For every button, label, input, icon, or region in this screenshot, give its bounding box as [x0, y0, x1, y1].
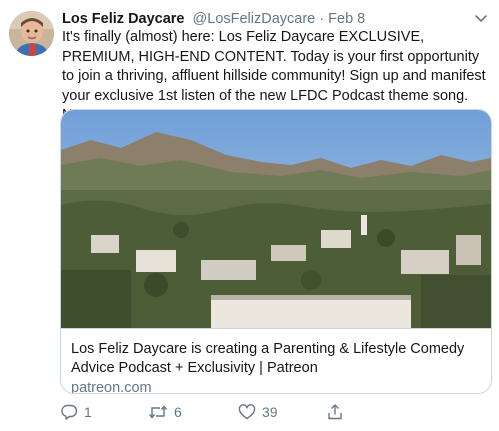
- retweet-button[interactable]: 6: [148, 401, 182, 423]
- card-info[interactable]: Los Feliz Daycare is creating a Parentin…: [61, 328, 491, 393]
- retweet-icon[interactable]: [148, 403, 168, 421]
- reply-button[interactable]: 1: [60, 401, 92, 423]
- like-button[interactable]: 39: [238, 401, 278, 423]
- share-icon[interactable]: [326, 403, 344, 421]
- card-domain[interactable]: patreon.com: [71, 379, 481, 393]
- display-name[interactable]: Los Feliz Daycare: [62, 11, 185, 27]
- share-button[interactable]: [326, 401, 344, 423]
- heart-icon[interactable]: [238, 403, 256, 421]
- tweet: Los Feliz Daycare @LosFelizDaycare · Feb…: [0, 0, 499, 431]
- header-separator: ·: [319, 11, 325, 27]
- avatar[interactable]: [9, 11, 54, 56]
- tweet-header: Los Feliz Daycare @LosFelizDaycare · Feb…: [62, 9, 482, 29]
- like-count: 39: [262, 404, 278, 420]
- retweet-count: 6: [174, 404, 182, 420]
- reply-icon[interactable]: [60, 403, 78, 421]
- reply-count: 1: [84, 404, 92, 420]
- card-image[interactable]: [61, 110, 491, 328]
- user-handle[interactable]: @LosFelizDaycare: [193, 11, 316, 27]
- card-title[interactable]: Los Feliz Daycare is creating a Parentin…: [71, 340, 481, 378]
- chevron-down-icon[interactable]: [473, 10, 489, 26]
- tweet-actions: 1 6 39: [60, 401, 360, 423]
- link-card[interactable]: Los Feliz Daycare is creating a Parentin…: [60, 109, 492, 394]
- tweet-date[interactable]: Feb 8: [328, 11, 365, 27]
